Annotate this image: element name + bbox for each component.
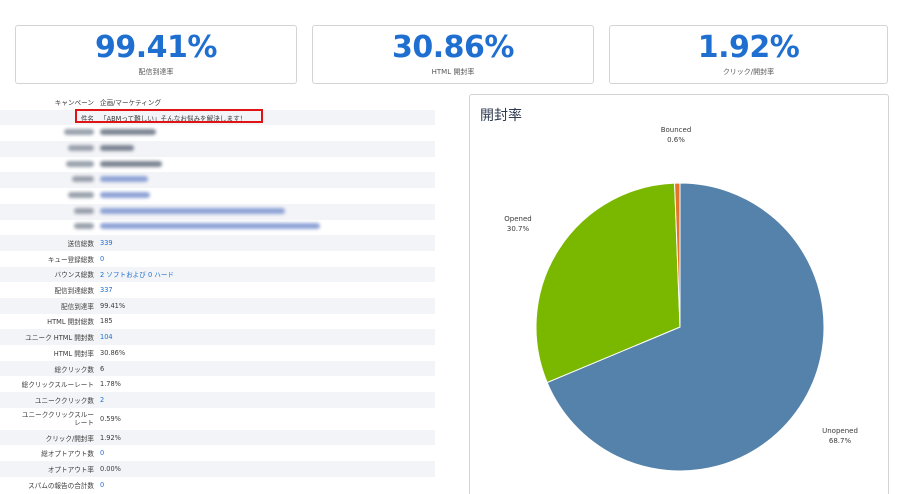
- redacted-label: [64, 129, 94, 136]
- detail-row-total-ctr: 総クリックスルーレート 1.78%: [0, 376, 435, 392]
- detail-link[interactable]: 0: [100, 481, 435, 489]
- kpi-click-open-rate: 1.92% クリック/開封率: [609, 25, 888, 84]
- detail-row-unique-ctr: ユニーククリックスルーレート 0.59%: [0, 408, 435, 430]
- slice-value-unopened: 68.7%: [829, 437, 852, 445]
- detail-label: ユニーク HTML 開封数: [25, 334, 94, 343]
- detail-row-unique-html-opens: ユニーク HTML 開封数 104: [0, 329, 435, 345]
- detail-link[interactable]: 2 ソフトおよび 0 ハード: [100, 269, 435, 279]
- detail-label: HTML 開封総数: [47, 318, 94, 327]
- open-rate-pie-chart: Unopened 68.7% Opened 30.7% Bounced 0.6%: [504, 126, 858, 472]
- detail-row-campaign: キャンペーン 企画/マーケティング: [0, 94, 435, 110]
- detail-row-optout-rate: オプトアウト率 0.00%: [0, 461, 435, 477]
- redacted-label: [72, 176, 94, 183]
- kpi-label: クリック/開封率: [722, 68, 775, 76]
- detail-link[interactable]: 2: [100, 396, 435, 404]
- detail-link[interactable]: 0: [100, 449, 435, 457]
- slice-label-unopened: Unopened: [822, 427, 858, 435]
- detail-value: 0.59%: [100, 414, 121, 423]
- detail-label: 総オプトアウト数: [41, 450, 94, 459]
- redacted-link[interactable]: [100, 223, 320, 230]
- detail-row-delivered-total: 配信到達総数 337: [0, 282, 435, 298]
- detail-row-unique-clicks: ユニーククリック数 2: [0, 392, 435, 408]
- detail-row-total-clicks: 総クリック数 6: [0, 360, 435, 377]
- detail-link[interactable]: 104: [100, 333, 435, 341]
- detail-label: スパムの報告の合計数: [28, 481, 94, 490]
- kpi-label: 配信到達率: [138, 68, 174, 76]
- email-details-table: キャンペーン 企画/マーケティング 件名 「ABMって難しい」そんなお悩みを解決…: [0, 94, 435, 493]
- kpi-label: HTML 開封率: [431, 68, 475, 76]
- kpi-html-open-rate: 30.86% HTML 開封率: [312, 25, 594, 84]
- redacted-label: [74, 207, 94, 214]
- detail-row-html-open-total: HTML 開封総数 185: [0, 314, 435, 330]
- detail-row-bounce-total: バウンス総数 2 ソフトおよび 0 ハード: [0, 266, 435, 283]
- detail-label: 総クリックスルーレート: [21, 381, 94, 390]
- slice-label-opened: Opened: [504, 215, 531, 223]
- kpi-value: 30.86%: [392, 30, 514, 65]
- detail-row-spam-reports: スパムの報告の合計数 0: [0, 477, 435, 493]
- detail-value: 1.92%: [100, 433, 121, 442]
- redacted-row: [0, 172, 435, 189]
- detail-row-optout-total: 総オプトアウト数 0: [0, 445, 435, 461]
- detail-row-click-open-rate: クリック/開封率 1.92%: [0, 429, 435, 446]
- detail-row-queued-total: キュー登録総数 0: [0, 251, 435, 267]
- redacted-value: [100, 160, 162, 167]
- slice-label-bounced: Bounced: [661, 126, 692, 134]
- detail-value: 企画/マーケティング: [100, 98, 162, 107]
- redacted-label: [66, 160, 94, 167]
- redacted-label: [68, 191, 94, 198]
- redacted-row: [0, 188, 435, 204]
- detail-label: クリック/開封率: [45, 434, 94, 443]
- detail-label: キュー登録総数: [47, 255, 94, 264]
- detail-label: ユニーククリックスルーレート: [21, 410, 94, 427]
- redacted-row: [0, 125, 435, 141]
- redacted-value: [100, 129, 156, 136]
- redacted-row: [0, 157, 435, 173]
- redacted-row: [0, 203, 435, 220]
- detail-label: キャンペーン: [54, 98, 94, 107]
- detail-value: 99.41%: [100, 301, 126, 310]
- detail-link[interactable]: 339: [100, 239, 435, 247]
- detail-row-html-open-rate: HTML 開封率 30.86%: [0, 345, 435, 361]
- redacted-link[interactable]: [100, 176, 148, 183]
- detail-value: 185: [100, 317, 113, 326]
- detail-value: 1.78%: [100, 380, 121, 389]
- redacted-label: [74, 223, 94, 230]
- open-rate-chart-card: 開封率 Unopened 68.7% Opened 30.7% Bounced 0.6%: [469, 94, 889, 494]
- detail-link[interactable]: 0: [100, 255, 435, 263]
- detail-value: 0.00%: [100, 464, 121, 473]
- detail-label: ユニーククリック数: [34, 396, 94, 405]
- kpi-value: 99.41%: [95, 30, 217, 65]
- detail-label: オプトアウト率: [47, 465, 94, 474]
- detail-row-delivery-rate: 配信到達率 99.41%: [0, 297, 435, 314]
- redacted-label: [68, 144, 94, 151]
- redacted-row: [0, 220, 435, 236]
- detail-label: 配信到達率: [61, 302, 94, 311]
- redacted-value: [100, 144, 134, 151]
- detail-label: バウンス総数: [54, 271, 94, 280]
- detail-label: 配信到達総数: [54, 287, 94, 296]
- detail-label: HTML 開封率: [53, 349, 94, 358]
- detail-label: 送信総数: [67, 240, 94, 249]
- redacted-link[interactable]: [100, 191, 150, 198]
- subject-highlight-box: [75, 109, 263, 123]
- slice-value-bounced: 0.6%: [667, 136, 685, 144]
- detail-link[interactable]: 337: [100, 286, 435, 294]
- detail-value: 6: [100, 364, 105, 373]
- kpi-value: 1.92%: [697, 30, 800, 65]
- redacted-link[interactable]: [100, 207, 285, 214]
- detail-label: 総クリック数: [54, 365, 94, 374]
- kpi-delivery-rate: 99.41% 配信到達率: [15, 25, 297, 84]
- slice-value-opened: 30.7%: [507, 225, 530, 233]
- redacted-row: [0, 141, 435, 157]
- detail-value: 30.86%: [100, 348, 126, 357]
- detail-row-sent-total: 送信総数 339: [0, 235, 435, 251]
